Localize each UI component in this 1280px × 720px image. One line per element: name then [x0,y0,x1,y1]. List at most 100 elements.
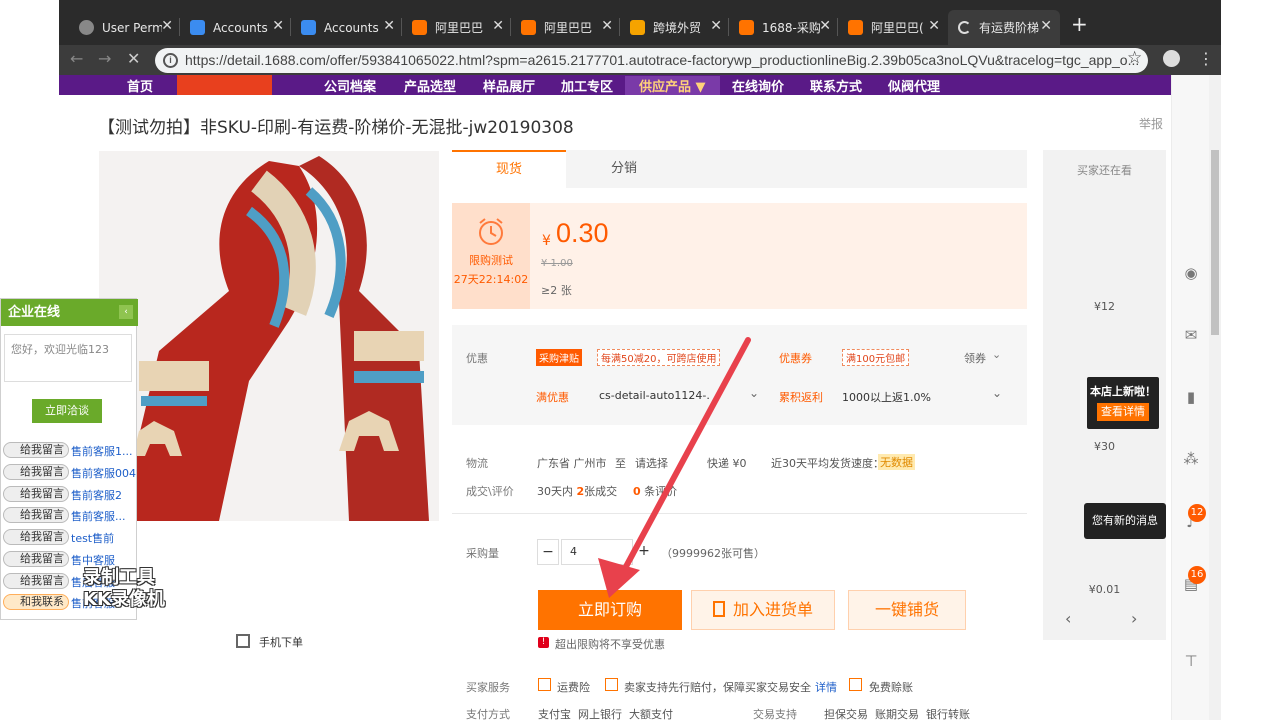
back-to-top-icon[interactable]: ⊤ [1183,652,1199,670]
reco-price-3[interactable]: ¥0.01 [1043,583,1166,596]
buy-now-button[interactable]: 立即订购 [538,590,682,630]
leave-message-button[interactable]: 给我留言 [3,573,69,589]
chevron-down-icon[interactable]: ⌄ [749,386,759,400]
chevron-down-icon[interactable]: ⌄ [992,348,1001,361]
review-text[interactable]: 0 条评价 [633,483,677,499]
prev-arrow-icon[interactable]: ‹ [1065,609,1071,628]
scroll-thumb[interactable] [1211,150,1219,335]
close-icon[interactable]: ✕ [601,18,613,34]
chevron-down-icon[interactable]: ⌄ [992,386,1002,400]
agent-row[interactable]: 给我留言 售前客服... [3,505,136,525]
leave-message-button[interactable]: 给我留言 [3,486,69,502]
destination-select[interactable]: 请选择 [635,455,668,471]
scarf-image [99,151,439,521]
agent-row[interactable]: 给我留言 售中客服 [3,549,136,569]
footprint-icon[interactable]: ⁂ [1183,450,1199,468]
browser-tab[interactable]: Accounts ✕ [180,10,292,45]
menu-dots-icon[interactable]: ⋮ [1198,49,1214,68]
back-icon[interactable]: ← [70,49,83,68]
agent-name[interactable]: 售前客服... [71,508,126,524]
tab-spot[interactable]: 现货 [452,150,566,188]
coupon-detail: 满100元包邮 [842,349,910,366]
mail-icon[interactable]: ✉ [1183,326,1199,344]
url-field[interactable]: i https://detail.1688.com/offer/59384106… [155,48,1148,73]
new-tab-button[interactable]: + [1071,12,1088,36]
browser-tab[interactable]: 阿里巴巴 ✕ [511,10,621,45]
leave-message-button[interactable]: 给我留言 [3,529,69,545]
close-icon[interactable]: ✕ [819,18,831,34]
close-icon[interactable]: ✕ [928,18,940,34]
service-detail-link[interactable]: 详情 [815,679,837,695]
nav-inquiry[interactable]: 在线询价 [732,76,784,95]
nav-processing[interactable]: 加工专区 [561,76,613,95]
deal-suffix: 张成交 [584,485,618,498]
user-icon[interactable]: ◉ [1183,264,1199,282]
leave-message-button[interactable]: 给我留言 [3,507,69,523]
report-link[interactable]: 举报 [1139,115,1163,132]
browser-tab[interactable]: User Perm ✕ [69,10,181,45]
product-image[interactable] [99,151,439,521]
nav-agent[interactable]: 似阀代理 [888,76,940,95]
browser-tab-active[interactable]: 有运费阶梯 ✕ [948,10,1060,45]
browser-tab[interactable]: 阿里巴巴(✕ [838,10,948,45]
forward-icon[interactable]: → [98,49,111,68]
start-chat-button[interactable]: 立即洽谈 [32,399,102,423]
close-icon[interactable]: ✕ [492,18,504,34]
leave-message-button[interactable]: 给我留言 [3,464,69,480]
agent-row[interactable]: 给我留言 售前客服004 [3,462,136,482]
nav-contact[interactable]: 联系方式 [810,76,862,95]
rebate-label: 累积返利 [779,391,823,404]
agent-row[interactable]: 给我留言 售前客服2 [3,484,136,504]
reco-price-1[interactable]: ¥12 [1043,300,1166,313]
nav-product-select[interactable]: 产品选型 [404,76,456,95]
nav-home[interactable]: 首页 [127,76,153,95]
agent-row[interactable]: 给我留言 test售前 [3,527,136,547]
info-icon[interactable]: i [163,53,178,68]
full-discount-value[interactable]: cs-detail-auto1124-. [599,389,710,402]
browser-tab[interactable]: 跨境外贸 ✕ [620,10,730,45]
tab-distribution[interactable]: 分销 [566,150,682,188]
trade-methods: 担保交易 账期交易 银行转账 [824,708,970,720]
agent-name[interactable]: 售前客服1... [71,443,133,459]
close-icon[interactable]: ✕ [1040,18,1052,34]
new-message-popup[interactable]: 您有新的消息 [1084,503,1166,539]
minus-button[interactable]: − [537,539,559,565]
nav-samples[interactable]: 样品展厅 [483,76,535,95]
nav-supply[interactable]: 供应产品 ▼ [625,76,720,95]
close-icon[interactable]: ✕ [272,18,284,34]
browser-tab[interactable]: 阿里巴巴 ✕ [402,10,512,45]
profile-avatar-icon[interactable] [1163,50,1180,67]
close-icon[interactable]: ✕ [161,18,173,34]
bookmark-icon[interactable]: ▮ [1183,388,1199,406]
page-scrollbar[interactable] [1209,75,1221,720]
plus-button[interactable]: + [633,539,655,565]
mobile-order-link[interactable]: 手机下单 [259,634,303,650]
review-suffix: 条评价 [644,485,678,498]
reco-price-2[interactable]: ¥30 [1043,440,1166,453]
quantity-label: 采购量 [466,547,499,560]
nav-company[interactable]: 公司档案 [324,76,376,95]
get-coupon-button[interactable]: 领券 [964,350,986,366]
one-click-distribute-button[interactable]: 一键铺货 [848,590,966,630]
browser-tab[interactable]: Accounts ✕ [291,10,403,45]
agent-name[interactable]: 售中客服 [71,552,115,568]
add-to-cart-button[interactable]: 加入进货单 [691,590,835,630]
close-icon[interactable]: ✕ [383,18,395,34]
quantity-input[interactable]: 4 [561,539,633,565]
tab-strip: User Perm ✕ Accounts ✕ Accounts ✕ 阿里巴巴 ✕ 阿里巴… [59,0,1221,45]
next-arrow-icon[interactable]: › [1131,609,1137,628]
view-detail-button[interactable]: 查看详情 [1097,403,1149,421]
pay-methods: 支付宝 网上银行 大额支付 [538,708,673,720]
agent-name[interactable]: 售前客服004 [71,465,136,481]
browser-tab[interactable]: 1688-采购 ✕ [729,10,839,45]
collapse-icon[interactable]: ‹ [119,305,133,319]
close-icon[interactable]: ✕ [710,18,722,34]
contact-me-button[interactable]: 和我联系 [3,594,69,610]
agent-name[interactable]: test售前 [71,530,114,546]
stop-icon[interactable]: ✕ [127,49,140,68]
leave-message-button[interactable]: 给我留言 [3,551,69,567]
star-icon[interactable]: ☆ [1127,48,1142,68]
agent-name[interactable]: 售前客服2 [71,487,122,503]
agent-row[interactable]: 给我留言 售前客服1... [3,440,136,460]
leave-message-button[interactable]: 给我留言 [3,442,69,458]
